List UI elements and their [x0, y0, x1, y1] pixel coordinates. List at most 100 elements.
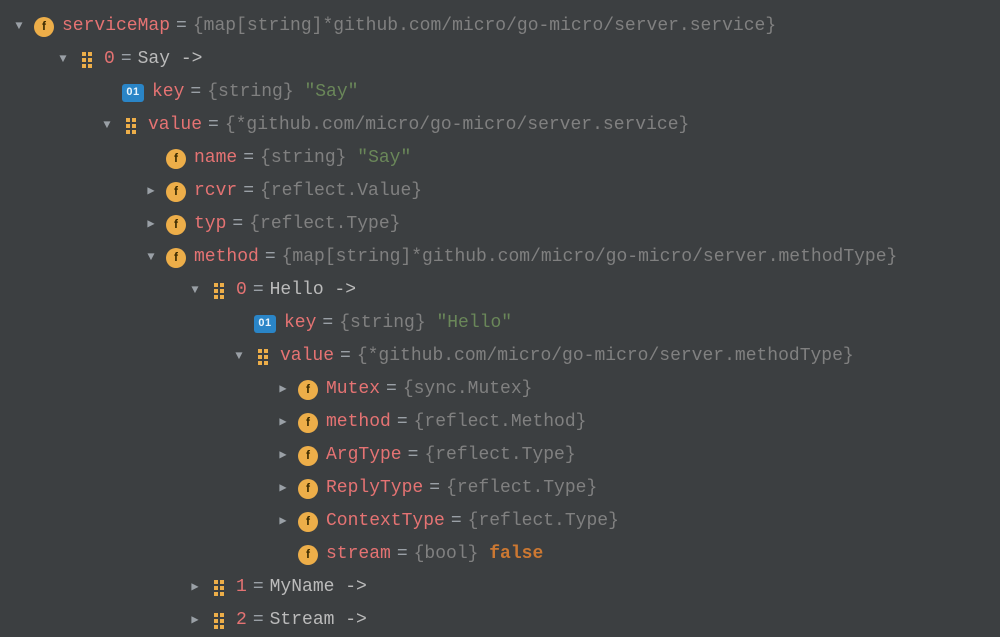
- map-entry-icon: [210, 612, 228, 630]
- field-icon: f: [298, 512, 318, 532]
- var-value: {reflect.Type}: [249, 208, 400, 240]
- tree-row[interactable]: f method = {reflect.Method}: [10, 406, 1000, 439]
- string-type-icon: 01: [254, 315, 276, 333]
- tree-row[interactable]: 0 = Hello ->: [10, 274, 1000, 307]
- equals-sign: =: [190, 76, 201, 108]
- tree-row[interactable]: f rcvr = {reflect.Value}: [10, 175, 1000, 208]
- var-string-value: "Say": [357, 142, 411, 174]
- tree-row[interactable]: f serviceMap = {map[string]*github.com/m…: [10, 10, 1000, 43]
- tree-row[interactable]: f typ = {reflect.Type}: [10, 208, 1000, 241]
- tree-row[interactable]: value = {*github.com/micro/go-micro/serv…: [10, 109, 1000, 142]
- chevron-down-icon[interactable]: [230, 346, 248, 368]
- tree-row[interactable]: 2 = Stream ->: [10, 604, 1000, 637]
- tree-row[interactable]: 01 key = {string} "Hello": [10, 307, 1000, 340]
- equals-sign: =: [322, 307, 333, 339]
- map-entry-icon: [122, 117, 140, 135]
- equals-sign: =: [253, 274, 264, 306]
- var-name: ReplyType: [326, 472, 423, 504]
- equals-sign: =: [265, 241, 276, 273]
- map-entry-icon: [210, 579, 228, 597]
- chevron-down-icon[interactable]: [54, 49, 72, 71]
- equals-sign: =: [408, 439, 419, 471]
- tree-row[interactable]: f ArgType = {reflect.Type}: [10, 439, 1000, 472]
- var-value: Say ->: [138, 43, 203, 75]
- tree-row[interactable]: f Mutex = {sync.Mutex}: [10, 373, 1000, 406]
- tree-row[interactable]: 0 = Say ->: [10, 43, 1000, 76]
- tree-row[interactable]: f method = {map[string]*github.com/micro…: [10, 241, 1000, 274]
- equals-sign: =: [397, 538, 408, 570]
- tree-row[interactable]: 1 = MyName ->: [10, 571, 1000, 604]
- equals-sign: =: [253, 571, 264, 603]
- equals-sign: =: [386, 373, 397, 405]
- var-string-value: "Say": [304, 76, 358, 108]
- var-value: Hello ->: [270, 274, 356, 306]
- var-value: {reflect.Type}: [446, 472, 597, 504]
- var-type: {string}: [260, 142, 346, 174]
- equals-sign: =: [176, 10, 187, 42]
- var-name: typ: [194, 208, 226, 240]
- chevron-right-icon[interactable]: [274, 478, 292, 500]
- field-icon: f: [298, 413, 318, 433]
- equals-sign: =: [397, 406, 408, 438]
- tree-row[interactable]: value = {*github.com/micro/go-micro/serv…: [10, 340, 1000, 373]
- field-icon: f: [298, 479, 318, 499]
- field-icon: f: [166, 182, 186, 202]
- chevron-right-icon[interactable]: [274, 379, 292, 401]
- var-name: ContextType: [326, 505, 445, 537]
- chevron-right-icon[interactable]: [274, 412, 292, 434]
- chevron-down-icon[interactable]: [10, 16, 28, 38]
- string-type-icon: 01: [122, 84, 144, 102]
- equals-sign: =: [208, 109, 219, 141]
- var-value: MyName ->: [270, 571, 367, 603]
- var-name: Mutex: [326, 373, 380, 405]
- var-name: rcvr: [194, 175, 237, 207]
- chevron-down-icon[interactable]: [142, 247, 160, 269]
- chevron-down-icon[interactable]: [186, 280, 204, 302]
- var-name: value: [280, 340, 334, 372]
- chevron-right-icon[interactable]: [142, 181, 160, 203]
- equals-sign: =: [253, 604, 264, 636]
- var-value: {sync.Mutex}: [403, 373, 533, 405]
- var-value: {*github.com/micro/go-micro/server.metho…: [357, 340, 854, 372]
- var-name: value: [148, 109, 202, 141]
- var-type: {string}: [207, 76, 293, 108]
- var-value: {map[string]*github.com/micro/go-micro/s…: [193, 10, 776, 42]
- var-name: 2: [236, 604, 247, 636]
- chevron-right-icon[interactable]: [274, 511, 292, 533]
- chevron-right-icon[interactable]: [186, 610, 204, 632]
- chevron-right-icon[interactable]: [186, 577, 204, 599]
- equals-sign: =: [232, 208, 243, 240]
- equals-sign: =: [429, 472, 440, 504]
- var-name: 0: [236, 274, 247, 306]
- equals-sign: =: [340, 340, 351, 372]
- map-entry-icon: [78, 51, 96, 69]
- tree-row[interactable]: f stream = {bool} false: [10, 538, 1000, 571]
- debug-variable-tree: f serviceMap = {map[string]*github.com/m…: [0, 0, 1000, 637]
- var-string-value: "Hello": [436, 307, 512, 339]
- chevron-right-icon[interactable]: [142, 214, 160, 236]
- var-value: {map[string]*github.com/micro/go-micro/s…: [282, 241, 898, 273]
- field-icon: f: [298, 545, 318, 565]
- equals-sign: =: [243, 175, 254, 207]
- field-icon: f: [166, 248, 186, 268]
- chevron-down-icon[interactable]: [98, 115, 116, 137]
- var-name: method: [194, 241, 259, 273]
- chevron-right-icon[interactable]: [274, 445, 292, 467]
- field-icon: f: [166, 149, 186, 169]
- map-entry-icon: [254, 348, 272, 366]
- var-value: {reflect.Type}: [424, 439, 575, 471]
- var-name: 0: [104, 43, 115, 75]
- tree-row[interactable]: f name = {string} "Say": [10, 142, 1000, 175]
- tree-row[interactable]: f ContextType = {reflect.Type}: [10, 505, 1000, 538]
- tree-row[interactable]: f ReplyType = {reflect.Type}: [10, 472, 1000, 505]
- var-name: ArgType: [326, 439, 402, 471]
- var-value: {reflect.Value}: [260, 175, 422, 207]
- equals-sign: =: [243, 142, 254, 174]
- var-name: 1: [236, 571, 247, 603]
- field-icon: f: [298, 446, 318, 466]
- field-icon: f: [298, 380, 318, 400]
- tree-row[interactable]: 01 key = {string} "Say": [10, 76, 1000, 109]
- var-keyword-value: false: [489, 538, 543, 570]
- var-value: {*github.com/micro/go-micro/server.servi…: [225, 109, 689, 141]
- var-name: method: [326, 406, 391, 438]
